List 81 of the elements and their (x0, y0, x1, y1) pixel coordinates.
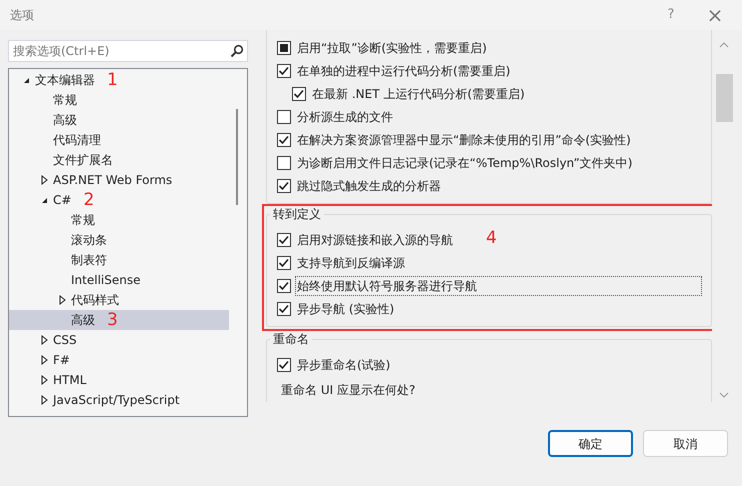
scrollbar-thumb[interactable] (236, 109, 238, 205)
collapsed-triangle-icon[interactable] (40, 375, 48, 385)
checkbox[interactable] (277, 132, 291, 146)
checkbox[interactable] (277, 278, 291, 292)
group-title: 转到定义 (270, 206, 324, 222)
tree-item-label: IntelliSense (71, 272, 140, 289)
tree-item[interactable]: F# (9, 350, 229, 370)
checkbox-label[interactable]: 在单独的进程中运行代码分析(需要重启) (296, 62, 512, 80)
tree-item[interactable]: 常规 (9, 90, 229, 110)
search-field[interactable]: 搜索选项(Ctrl+E) (8, 40, 248, 62)
window-title: 选项 (10, 7, 34, 24)
tree-item-label: 代码清理 (53, 132, 101, 149)
tree-item-label: 常规 (71, 212, 95, 229)
tree-item[interactable]: 代码样式 (9, 290, 229, 310)
search-icon[interactable] (230, 44, 244, 58)
expanded-triangle-icon[interactable] (22, 76, 30, 84)
tree-item[interactable]: 高级 (9, 110, 229, 130)
tree-item-label: 高级 (53, 112, 77, 129)
collapsed-triangle-icon[interactable] (40, 395, 48, 405)
tree-item-label: 常规 (53, 92, 77, 109)
tree-item[interactable]: C# 2 (9, 190, 229, 210)
checkbox[interactable] (277, 302, 291, 316)
tree-item-label: CSS (53, 332, 77, 349)
setting-label: 重命名 UI 应显示在何处? (281, 382, 416, 399)
annotation-number: 1 (107, 72, 118, 88)
expanded-triangle-icon[interactable] (40, 196, 48, 204)
tree-item[interactable]: JavaScript/TypeScript (9, 390, 229, 410)
cancel-button[interactable]: 取消 (643, 430, 728, 457)
ok-button[interactable]: 确定 (548, 430, 633, 457)
tree-item[interactable]: 常规 (9, 210, 229, 230)
collapsed-triangle-icon[interactable] (40, 335, 48, 345)
tree-item-label: 代码样式 (71, 292, 119, 309)
checkbox[interactable] (277, 40, 291, 54)
checkbox-label[interactable]: 启用对源链接和嵌入源的导航 (296, 230, 454, 248)
close-button[interactable]: × (700, 5, 730, 25)
tree-item[interactable]: 代码清理 (9, 130, 229, 150)
tree-item-label: HTML (53, 372, 86, 389)
tree-item-label: F# (53, 352, 70, 369)
checkbox-label[interactable]: 在解决方案资源管理器中显示“删除未使用的引用”命令(实验性) (296, 130, 632, 148)
checkbox[interactable] (277, 64, 291, 78)
tree-item[interactable]: IntelliSense (9, 270, 229, 290)
collapsed-triangle-icon[interactable] (40, 355, 48, 365)
tree-item[interactable]: 高级 3 (9, 310, 229, 330)
checkbox-label[interactable]: 异步重命名(试验) (296, 356, 392, 374)
tree-item-label: 制表符 (71, 252, 107, 269)
tree-item-label: C# (53, 192, 72, 209)
checkbox-label[interactable]: 为诊断启用文件日志记录(记录在“%Temp%\Roslyn”文件夹中) (296, 154, 634, 172)
checkbox-label[interactable]: 异步导航 (实验性) (296, 300, 396, 318)
checkbox[interactable] (277, 178, 291, 192)
tree-item[interactable]: ASP.NET Web Forms (9, 170, 229, 190)
tree-item-label: 滚动条 (71, 232, 107, 249)
tree-item[interactable]: CSS (9, 330, 229, 350)
tree-item[interactable]: 文件扩展名 (9, 150, 229, 170)
tree-item[interactable]: HTML (9, 370, 229, 390)
checkbox[interactable] (277, 358, 291, 372)
annotation-number: 3 (107, 312, 118, 328)
tree-item-label: ASP.NET Web Forms (53, 172, 172, 189)
tree-item-label: 文件扩展名 (53, 152, 113, 169)
tree-item[interactable]: 文本编辑器 1 (9, 70, 229, 90)
checkbox-label[interactable]: 支持导航到反编译源 (296, 254, 406, 272)
tree-item[interactable]: 制表符 (9, 250, 229, 270)
tree-item-label: 文本编辑器 (35, 72, 95, 89)
tree-item-label: JavaScript/TypeScript (53, 392, 180, 409)
checkbox-label[interactable]: 分析源生成的文件 (296, 108, 394, 126)
annotation-number: 4 (486, 230, 497, 247)
collapsed-triangle-icon[interactable] (58, 295, 66, 305)
checkbox-label[interactable]: 始终使用默认符号服务器进行导航 (296, 276, 701, 294)
tree-item[interactable]: 滚动条 (9, 230, 229, 250)
checkbox[interactable] (277, 256, 291, 270)
checkbox-label[interactable]: 启用“拉取”诊断(实验性，需要重启) (296, 38, 488, 56)
annotation-number: 2 (83, 192, 94, 208)
checkbox-label[interactable]: 在最新 .NET 上运行代码分析(需要重启) (311, 84, 526, 102)
scrollbar-thumb[interactable] (716, 74, 732, 122)
checkbox[interactable] (277, 156, 291, 170)
checkbox-label[interactable]: 跳过隐式触发生成的分析器 (296, 176, 442, 194)
checkbox[interactable] (292, 86, 306, 100)
checkbox[interactable] (277, 232, 291, 246)
checkbox[interactable] (277, 110, 291, 124)
tree-item-label: 高级 (71, 312, 95, 329)
collapsed-triangle-icon[interactable] (40, 175, 48, 185)
group-title: 重命名 (270, 331, 312, 347)
